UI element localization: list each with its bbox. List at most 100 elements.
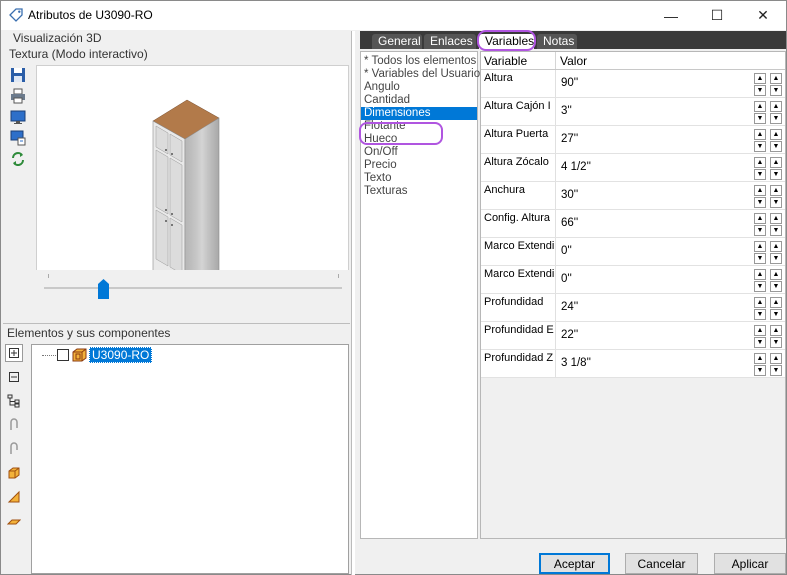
value-spinner[interactable]: ▲ ▼: [754, 325, 766, 349]
spin-down-icon[interactable]: ▼: [770, 337, 782, 348]
value-spinner[interactable]: ▲ ▼: [770, 73, 782, 97]
spin-up-icon[interactable]: ▲: [770, 213, 782, 224]
variable-value[interactable]: 27'': [556, 126, 785, 153]
slider-thumb[interactable]: [98, 279, 110, 299]
variable-value[interactable]: 22'': [556, 322, 785, 349]
category-item[interactable]: Precio: [361, 159, 477, 172]
value-spinner[interactable]: ▲ ▼: [754, 269, 766, 293]
spin-up-icon[interactable]: ▲: [770, 185, 782, 196]
collapse-icon[interactable]: [5, 368, 23, 386]
category-item[interactable]: Dimensiones: [361, 107, 477, 120]
spin-down-icon[interactable]: ▼: [754, 225, 766, 236]
tab-general[interactable]: General: [372, 34, 422, 49]
spin-up-icon[interactable]: ▲: [754, 157, 766, 168]
table-row[interactable]: Altura 90'' ▲ ▼ ▲ ▼: [481, 70, 785, 98]
variable-value[interactable]: 0'': [556, 266, 785, 293]
tab-notas[interactable]: Notas: [537, 34, 577, 49]
spin-up-icon[interactable]: ▲: [754, 297, 766, 308]
cancel-button[interactable]: Cancelar: [625, 553, 698, 574]
value-spinner[interactable]: ▲ ▼: [770, 129, 782, 153]
table-row[interactable]: Config. Altura 66'' ▲ ▼ ▲ ▼: [481, 210, 785, 238]
export-screen-icon[interactable]: [9, 129, 27, 147]
spin-down-icon[interactable]: ▼: [754, 141, 766, 152]
value-spinner[interactable]: ▲ ▼: [754, 73, 766, 97]
spin-up-icon[interactable]: ▲: [770, 101, 782, 112]
spin-up-icon[interactable]: ▲: [754, 325, 766, 336]
value-spinner[interactable]: ▲ ▼: [754, 129, 766, 153]
spin-up-icon[interactable]: ▲: [754, 269, 766, 280]
components-tree[interactable]: U3090-RO: [31, 344, 349, 574]
expand-icon[interactable]: [5, 344, 23, 362]
table-row[interactable]: Profundidad 24'' ▲ ▼ ▲ ▼: [481, 294, 785, 322]
table-row[interactable]: Altura Zócalo 4 1/2'' ▲ ▼ ▲ ▼: [481, 154, 785, 182]
table-row[interactable]: Marco Extendi 0'' ▲ ▼ ▲ ▼: [481, 266, 785, 294]
variable-value[interactable]: 4 1/2'': [556, 154, 785, 181]
value-spinner[interactable]: ▲ ▼: [754, 157, 766, 181]
spin-down-icon[interactable]: ▼: [754, 281, 766, 292]
category-item[interactable]: Angulo: [361, 81, 477, 94]
spin-up-icon[interactable]: ▲: [770, 73, 782, 84]
spin-down-icon[interactable]: ▼: [770, 197, 782, 208]
close-button[interactable]: ✕: [740, 1, 786, 30]
spin-down-icon[interactable]: ▼: [754, 169, 766, 180]
spin-up-icon[interactable]: ▲: [770, 157, 782, 168]
zoom-slider[interactable]: [36, 270, 349, 316]
spin-down-icon[interactable]: ▼: [770, 365, 782, 376]
category-item[interactable]: Cantidad: [361, 94, 477, 107]
save-icon[interactable]: [9, 66, 27, 84]
spin-up-icon[interactable]: ▲: [770, 269, 782, 280]
spin-up-icon[interactable]: ▲: [770, 129, 782, 140]
category-item[interactable]: * Variables del Usuario: [361, 68, 480, 81]
value-spinner[interactable]: ▲ ▼: [754, 241, 766, 265]
spin-down-icon[interactable]: ▼: [770, 253, 782, 264]
variable-value[interactable]: 30'': [556, 182, 785, 209]
tab-enlaces[interactable]: Enlaces: [424, 34, 476, 49]
print-icon[interactable]: [9, 87, 27, 105]
value-spinner[interactable]: ▲ ▼: [754, 213, 766, 237]
angle-icon[interactable]: [5, 488, 23, 506]
category-item[interactable]: * Todos los elementos: [361, 55, 477, 68]
spin-up-icon[interactable]: ▲: [754, 213, 766, 224]
value-spinner[interactable]: ▲ ▼: [770, 241, 782, 265]
table-row[interactable]: Altura Cajón I 3'' ▲ ▼ ▲ ▼: [481, 98, 785, 126]
spin-up-icon[interactable]: ▲: [770, 241, 782, 252]
spin-down-icon[interactable]: ▼: [770, 141, 782, 152]
value-spinner[interactable]: ▲ ▼: [770, 157, 782, 181]
spin-down-icon[interactable]: ▼: [770, 169, 782, 180]
value-spinner[interactable]: ▲ ▼: [770, 353, 782, 377]
detach-icon[interactable]: [5, 440, 23, 458]
category-list[interactable]: * Todos los elementos * Variables del Usu…: [359, 51, 480, 539]
value-spinner[interactable]: ▲ ▼: [754, 185, 766, 209]
value-spinner[interactable]: ▲ ▼: [754, 101, 766, 125]
variable-value[interactable]: 0'': [556, 238, 785, 265]
box-3d-icon[interactable]: [5, 464, 23, 482]
tree-item-checkbox[interactable]: [57, 349, 69, 361]
spin-down-icon[interactable]: ▼: [770, 309, 782, 320]
spin-up-icon[interactable]: ▲: [770, 325, 782, 336]
table-row[interactable]: Profundidad Z3 1/8'' ▲ ▼ ▲ ▼: [481, 350, 785, 378]
spin-up-icon[interactable]: ▲: [754, 129, 766, 140]
value-spinner[interactable]: ▲ ▼: [770, 213, 782, 237]
spin-down-icon[interactable]: ▼: [754, 85, 766, 96]
spin-up-icon[interactable]: ▲: [770, 353, 782, 364]
variable-value[interactable]: 3 1/8'': [556, 350, 785, 377]
variable-value[interactable]: 90'': [556, 70, 785, 97]
value-spinner[interactable]: ▲ ▼: [754, 297, 766, 321]
spin-down-icon[interactable]: ▼: [770, 85, 782, 96]
spin-down-icon[interactable]: ▼: [754, 309, 766, 320]
attach-icon[interactable]: [5, 416, 23, 434]
table-row[interactable]: Anchura 30'' ▲ ▼ ▲ ▼: [481, 182, 785, 210]
tree-item[interactable]: U3090-RO: [42, 347, 153, 363]
tree-item-label[interactable]: U3090-RO: [89, 347, 153, 363]
value-spinner[interactable]: ▲ ▼: [770, 325, 782, 349]
spin-up-icon[interactable]: ▲: [754, 101, 766, 112]
minimize-button[interactable]: —: [648, 1, 694, 30]
variable-value[interactable]: 3'': [556, 98, 785, 125]
plane-icon[interactable]: [5, 512, 23, 530]
spin-down-icon[interactable]: ▼: [770, 225, 782, 236]
spin-down-icon[interactable]: ▼: [754, 337, 766, 348]
spin-down-icon[interactable]: ▼: [754, 253, 766, 264]
category-item[interactable]: Texturas: [361, 185, 477, 198]
spin-up-icon[interactable]: ▲: [754, 241, 766, 252]
panel-splitter[interactable]: [351, 31, 355, 575]
